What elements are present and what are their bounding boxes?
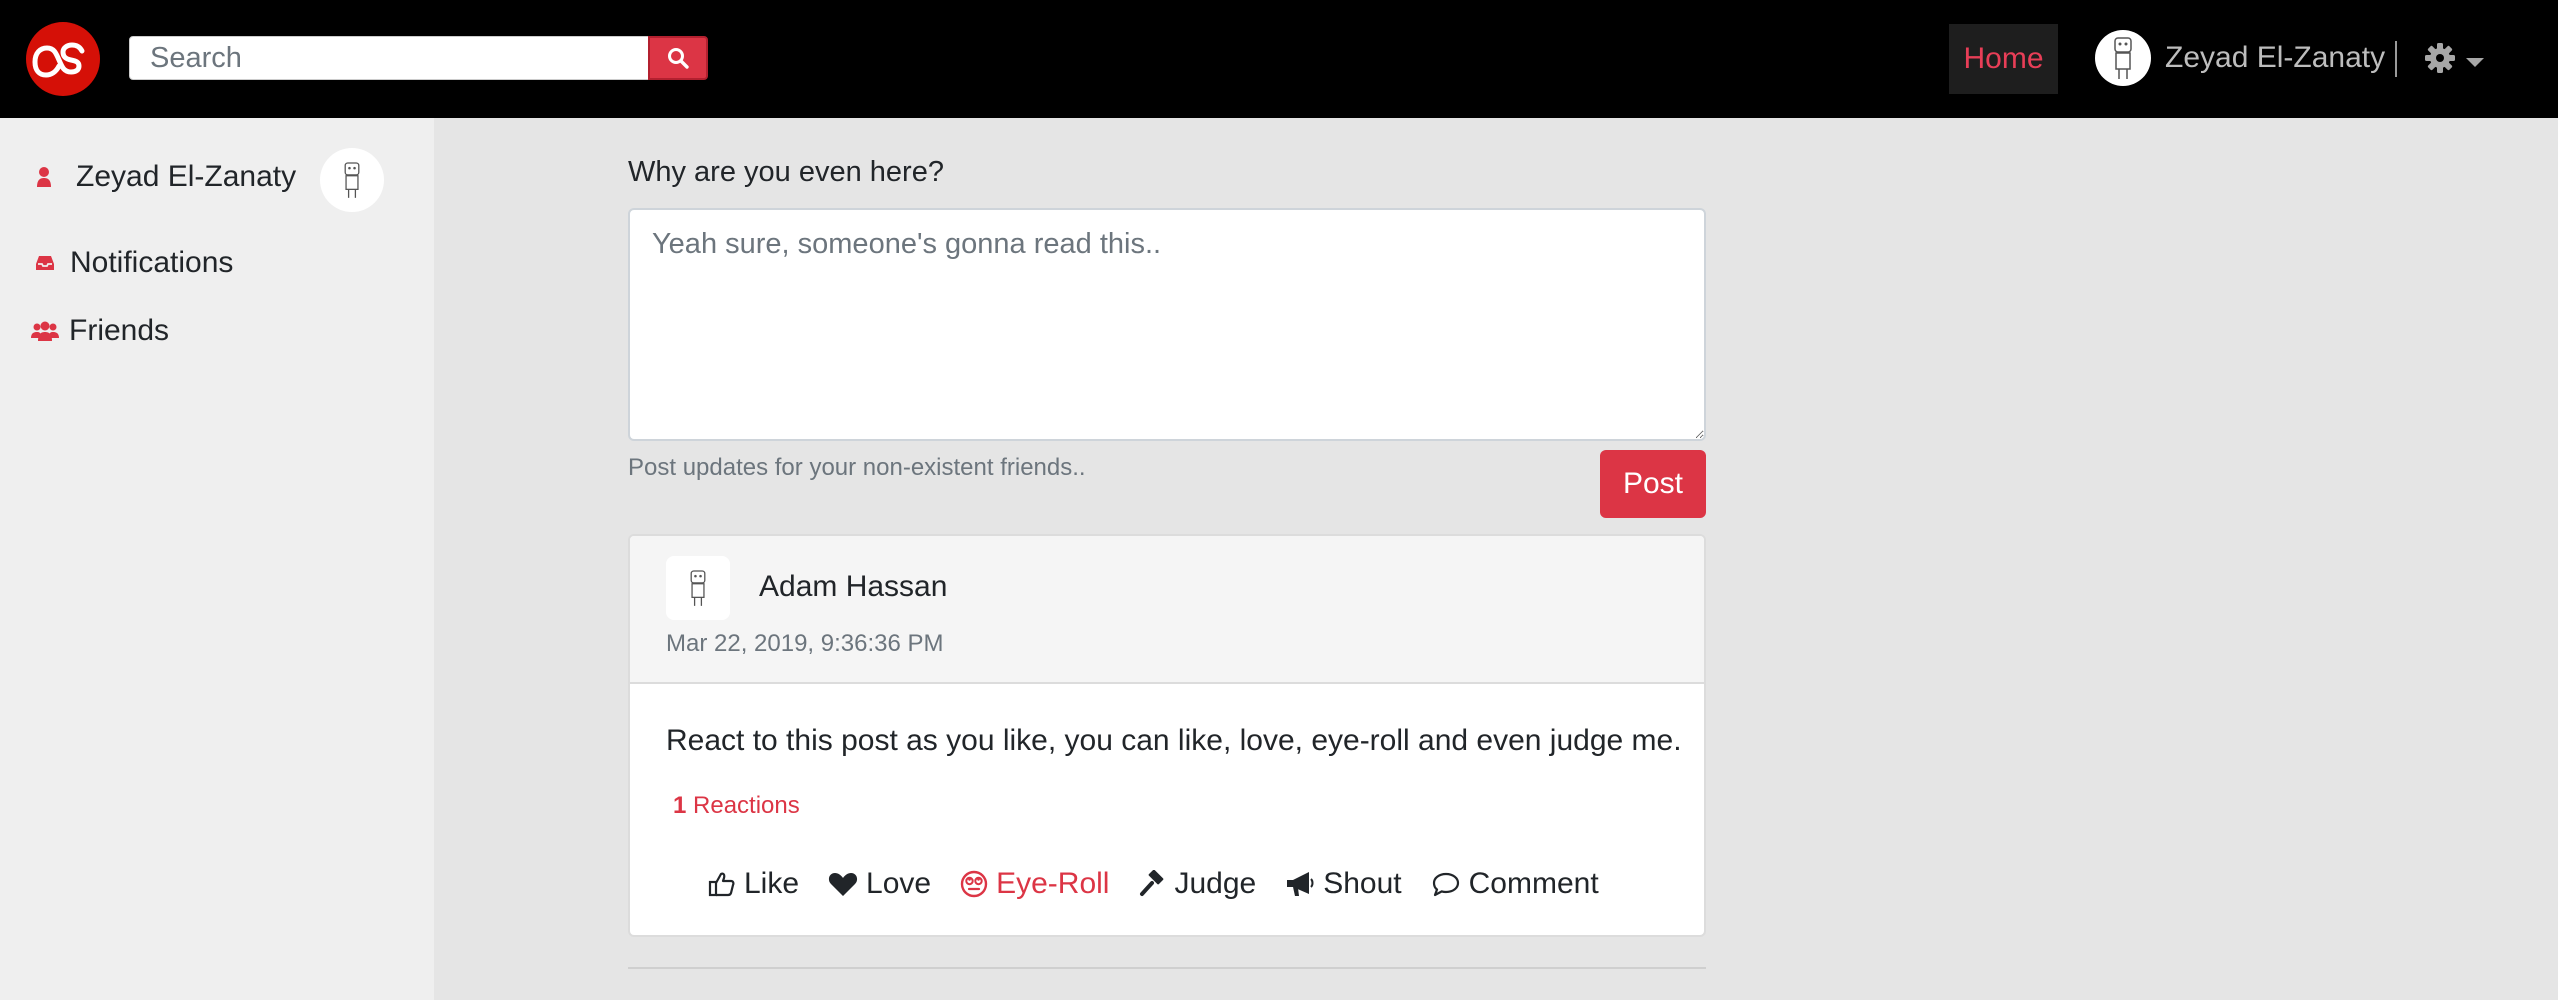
reactions-count: 1 <box>673 792 687 819</box>
sidebar-item-friends[interactable]: Friends <box>30 314 169 348</box>
comment-icon <box>1432 872 1459 897</box>
users-icon <box>31 321 59 341</box>
love-label: Love <box>866 867 932 900</box>
top-navbar: Home Zeyad El-Zanaty <box>0 0 2558 118</box>
inbox-icon <box>36 256 54 270</box>
composer-help-text: Post updates for your non-existent frien… <box>628 454 1086 481</box>
post-author[interactable]: Adam Hassan <box>759 570 947 604</box>
judge-button[interactable]: Judge <box>1138 867 1256 901</box>
eye-roll-button[interactable]: Eye-Roll <box>960 867 1109 901</box>
post-body: React to this post as you like, you can … <box>666 724 1682 757</box>
eye-roll-label: Eye-Roll <box>996 867 1110 900</box>
sidebar-item-notifications[interactable]: Notifications <box>30 246 233 280</box>
reactions-count-link[interactable]: 1 Reactions <box>673 792 800 820</box>
composer-prompt: Why are you even here? <box>628 156 944 188</box>
like-label: Like <box>744 867 800 900</box>
thumbs-up-icon <box>708 872 735 897</box>
post-timestamp: Mar 22, 2019, 9:36:36 PM <box>666 630 944 657</box>
search-input[interactable] <box>129 36 649 80</box>
settings-dropdown[interactable] <box>2424 38 2484 78</box>
post-button[interactable]: Post <box>1600 450 1706 518</box>
love-button[interactable]: Love <box>828 867 931 901</box>
chevron-down-icon <box>2466 57 2484 67</box>
avatar <box>2095 30 2151 86</box>
avatar-sketch-icon <box>2114 37 2132 79</box>
lastfm-logo[interactable] <box>26 22 100 96</box>
post-textarea[interactable] <box>628 208 1706 441</box>
gavel-icon <box>1140 870 1164 896</box>
comment-button[interactable]: Comment <box>1431 867 1599 901</box>
post-card: Adam Hassan Mar 22, 2019, 9:36:36 PM Rea… <box>628 534 1706 937</box>
avatar[interactable] <box>666 556 730 620</box>
gear-icon <box>2425 43 2455 73</box>
sidebar-item-profile[interactable]: Zeyad El-Zanaty <box>30 160 296 194</box>
search-button[interactable] <box>648 36 708 80</box>
nav-username: Zeyad El-Zanaty <box>2165 41 2386 74</box>
sidebar-profile-name: Zeyad El-Zanaty <box>76 160 297 193</box>
sidebar-item-label: Friends <box>69 314 170 347</box>
comment-label: Comment <box>1468 867 1599 900</box>
post-actions: Like Love Eye-Roll Judge Shout Comment <box>708 862 1628 906</box>
post-card-header: Adam Hassan Mar 22, 2019, 9:36:36 PM <box>630 536 1704 684</box>
heart-icon <box>828 873 858 896</box>
eye-roll-icon <box>960 870 988 898</box>
avatar-sketch-icon <box>344 162 360 198</box>
sidebar-item-label: Notifications <box>70 246 234 279</box>
search-icon <box>668 48 689 69</box>
reactions-label: Reactions <box>693 792 800 819</box>
avatar <box>320 148 384 212</box>
user-icon <box>37 167 51 187</box>
like-button[interactable]: Like <box>708 867 799 901</box>
feed-divider <box>628 967 1706 969</box>
nav-home-link[interactable]: Home <box>1949 24 2058 94</box>
shout-button[interactable]: Shout <box>1285 867 1402 901</box>
lastfm-logo-icon <box>32 42 85 78</box>
avatar-sketch-icon <box>690 570 706 606</box>
megaphone-icon <box>1287 872 1314 896</box>
shout-label: Shout <box>1323 867 1402 900</box>
sidebar: Zeyad El-Zanaty Notifications Friends <box>0 118 434 1000</box>
judge-label: Judge <box>1174 867 1257 900</box>
nav-divider <box>2395 41 2397 77</box>
nav-user-menu[interactable]: Zeyad El-Zanaty <box>2095 28 2385 88</box>
